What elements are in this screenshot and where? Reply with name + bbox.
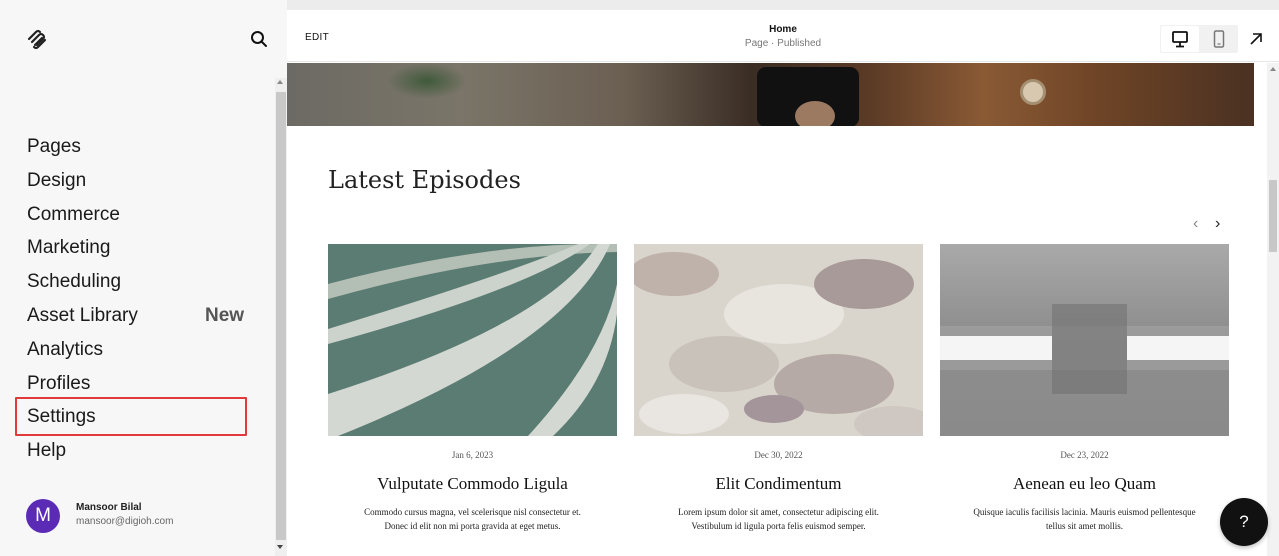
settings-highlight-box xyxy=(15,397,247,436)
sidebar-item-scheduling[interactable]: Scheduling xyxy=(27,270,247,304)
sidebar-item-label: Analytics xyxy=(27,338,104,360)
bark-image xyxy=(634,244,923,436)
episode-description: Lorem ipsum dolor sit amet, consectetur … xyxy=(630,505,927,533)
light-image xyxy=(940,244,1229,436)
page-editor: EDIT Home Page · Published Latest Episod… xyxy=(287,10,1279,556)
help-button[interactable]: ? xyxy=(1220,498,1268,546)
page-status: Page · Published xyxy=(744,38,822,49)
hero-plant-shape xyxy=(387,63,467,99)
episode-description-line: tellus sit amet mollis. xyxy=(1046,521,1123,531)
episode-thumbnail-light[interactable] xyxy=(940,244,1229,436)
episode-title[interactable]: Vulputate Commodo Ligula xyxy=(328,474,617,494)
chevron-left-icon[interactable]: ‹ xyxy=(1193,215,1198,233)
sidebar-scrollbar-thumb[interactable] xyxy=(276,92,286,540)
sidebar-item-label: Design xyxy=(27,169,87,191)
sidebar-item-help[interactable]: Help xyxy=(27,439,247,473)
sidebar-item-commerce[interactable]: Commerce xyxy=(27,203,247,237)
scroll-up-arrow-icon[interactable] xyxy=(1270,67,1276,71)
squarespace-logo-icon[interactable] xyxy=(26,28,48,50)
search-icon[interactable] xyxy=(248,28,270,50)
sidebar: Pages Design Commerce Marketing Scheduli… xyxy=(0,0,287,556)
sidebar-item-label: Marketing xyxy=(27,237,111,259)
episode-card: Jan 6, 2023 Vulputate Commodo Ligula Com… xyxy=(328,244,617,556)
episode-title[interactable]: Aenean eu leo Quam xyxy=(940,474,1229,494)
episode-title[interactable]: Elit Condimentum xyxy=(634,474,923,494)
canvas-scrollbar-track[interactable] xyxy=(1267,63,1279,556)
sidebar-item-label: Help xyxy=(27,440,67,462)
episode-thumbnail-track[interactable] xyxy=(328,244,617,436)
track-image xyxy=(328,244,617,436)
episode-description-line: Lorem ipsum dolor sit amet, consectetur … xyxy=(678,507,879,517)
page-title: Home xyxy=(769,24,797,35)
external-arrow-icon[interactable] xyxy=(1247,30,1265,48)
hero-hand-shape xyxy=(795,101,835,126)
sidebar-item-label: Scheduling xyxy=(27,271,122,293)
scroll-up-arrow-icon[interactable] xyxy=(277,80,283,84)
episode-card: Dec 23, 2022 Aenean eu leo Quam Quisque … xyxy=(940,244,1229,556)
episode-date: Dec 30, 2022 xyxy=(754,450,803,460)
hero-coat-button-shape xyxy=(1020,79,1046,105)
hero-image[interactable] xyxy=(287,63,1254,126)
episode-description-line: Commodo cursus magna, vel scelerisque ni… xyxy=(364,507,581,517)
scroll-down-arrow-icon[interactable] xyxy=(277,545,283,549)
chevron-right-icon[interactable]: › xyxy=(1215,215,1220,233)
episode-description: Quisque iaculis facilisis lacinia. Mauri… xyxy=(936,505,1233,533)
sidebar-item-label: Profiles xyxy=(27,372,91,394)
canvas-scrollbar-thumb[interactable] xyxy=(1269,180,1277,252)
user-name: Mansoor Bilal xyxy=(76,502,142,513)
episode-description: Commodo cursus magna, vel scelerisque ni… xyxy=(324,505,621,533)
sidebar-item-label: Asset Library xyxy=(27,304,138,326)
sidebar-item-pages[interactable]: Pages xyxy=(27,135,247,169)
episode-date: Jan 6, 2023 xyxy=(451,450,494,460)
page-canvas: Latest Episodes ‹ › Jan 6, 2023 Vulputat… xyxy=(287,63,1267,556)
section-title: Latest Episodes xyxy=(328,166,521,194)
avatar: M xyxy=(26,499,60,533)
sidebar-item-marketing[interactable]: Marketing xyxy=(27,236,247,270)
user-profile[interactable]: M Mansoor Bilal mansoor@digioh.com xyxy=(26,498,266,536)
desktop-icon xyxy=(1172,31,1188,48)
new-badge: New xyxy=(205,304,245,326)
desktop-view-button[interactable] xyxy=(1161,26,1199,52)
sidebar-item-design[interactable]: Design xyxy=(27,169,247,203)
episode-thumbnail-bark[interactable] xyxy=(634,244,923,436)
episode-date: Dec 23, 2022 xyxy=(1060,450,1109,460)
sidebar-item-asset-library[interactable]: Asset Library New xyxy=(27,304,247,338)
sidebar-item-analytics[interactable]: Analytics xyxy=(27,338,247,372)
mobile-view-button[interactable] xyxy=(1201,26,1237,52)
episode-description-line: Donec id elit non mi porta gravida at eg… xyxy=(384,521,561,531)
episode-description-line: Vestibulum id ligula porta felis euismod… xyxy=(691,521,866,531)
episode-card: Dec 30, 2022 Elit Condimentum Lorem ipsu… xyxy=(634,244,923,556)
mobile-icon xyxy=(1213,30,1225,48)
device-toggle xyxy=(1160,25,1238,53)
user-email: mansoor@digioh.com xyxy=(76,516,174,527)
sidebar-item-label: Commerce xyxy=(27,203,120,225)
episode-description-line: Quisque iaculis facilisis lacinia. Mauri… xyxy=(973,507,1196,517)
sidebar-item-label: Pages xyxy=(27,136,81,157)
editor-toolbar: EDIT Home Page · Published xyxy=(287,10,1279,62)
